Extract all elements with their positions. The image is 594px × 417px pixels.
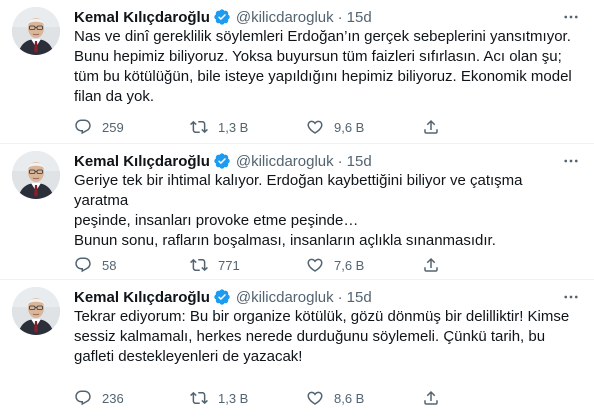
verified-badge-icon bbox=[213, 8, 231, 26]
more-options-icon[interactable] bbox=[560, 286, 582, 308]
tweet-text-line: gafleti destekleyenleri de yazacak! bbox=[74, 348, 303, 365]
tweet-text-line: filan da yok. bbox=[74, 88, 155, 105]
tweet-text: Nas ve dinî gereklilik söylemleri Erdoğa… bbox=[74, 27, 574, 107]
tweet-header: Kemal Kılıçdaroğlu @kilicdarogluk · 15d bbox=[74, 151, 372, 171]
avatar[interactable] bbox=[12, 151, 60, 199]
timestamp[interactable]: 15d bbox=[347, 153, 372, 170]
reply-count: 259 bbox=[102, 119, 124, 135]
tweet-text-line: peşinde, insanları provoke etme peşinde… bbox=[74, 212, 359, 229]
separator-dot: · bbox=[337, 8, 343, 26]
author-handle[interactable]: @kilicdarogluk bbox=[236, 289, 334, 306]
retweet-button[interactable]: 1,3 B bbox=[190, 388, 306, 408]
avatar[interactable] bbox=[12, 287, 60, 335]
tweet-text-line: sessiz kalmamalı, herkes nerede durduğun… bbox=[74, 328, 546, 345]
tweet[interactable]: Kemal Kılıçdaroğlu @kilicdarogluk · 15d … bbox=[0, 0, 594, 144]
tweet[interactable]: Kemal Kılıçdaroğlu @kilicdarogluk · 15d … bbox=[0, 280, 594, 417]
timestamp[interactable]: 15d bbox=[347, 289, 372, 306]
like-count: 8,6 B bbox=[334, 390, 365, 406]
retweet-icon bbox=[190, 258, 208, 272]
tweet-text: Tekrar ediyorum: Bu bir organize kötülük… bbox=[74, 307, 574, 367]
tweet-text-line: Geriye tek bir ihtimal kalıyor. Erdoğan … bbox=[74, 172, 523, 209]
tweet-text-line: Bunu hepimiz biliyoruz. Yoksa buyursun t… bbox=[74, 48, 562, 65]
heart-icon bbox=[307, 120, 323, 134]
reply-button[interactable]: 236 bbox=[74, 388, 190, 408]
retweet-icon bbox=[190, 120, 208, 134]
timestamp[interactable]: 15d bbox=[347, 9, 372, 26]
separator-dot: · bbox=[337, 152, 343, 170]
reply-icon bbox=[75, 119, 91, 135]
author-name[interactable]: Kemal Kılıçdaroğlu bbox=[74, 289, 210, 306]
action-bar: 259 1,3 B 9,6 B bbox=[74, 117, 514, 137]
retweet-button[interactable]: 1,3 B bbox=[190, 117, 306, 137]
retweet-count: 771 bbox=[218, 257, 240, 273]
author-name[interactable]: Kemal Kılıçdaroğlu bbox=[74, 153, 210, 170]
tweet-header: Kemal Kılıçdaroğlu @kilicdarogluk · 15d bbox=[74, 287, 372, 307]
more-options-icon[interactable] bbox=[560, 150, 582, 172]
like-count: 7,6 B bbox=[334, 257, 365, 273]
retweet-count: 1,3 B bbox=[218, 119, 249, 135]
tweet-feed: Kemal Kılıçdaroğlu @kilicdarogluk · 15d … bbox=[0, 0, 594, 417]
reply-count: 58 bbox=[102, 257, 117, 273]
verified-badge-icon bbox=[213, 288, 231, 306]
heart-icon bbox=[307, 258, 323, 272]
like-button[interactable]: 8,6 B bbox=[306, 388, 422, 408]
separator-dot: · bbox=[337, 288, 343, 306]
reply-icon bbox=[75, 390, 91, 406]
like-button[interactable]: 7,6 B bbox=[306, 255, 422, 275]
share-button[interactable] bbox=[422, 388, 452, 408]
tweet-text-line: Nas ve dinî gereklilik söylemleri Erdoğa… bbox=[74, 28, 571, 45]
retweet-icon bbox=[190, 391, 208, 405]
tweet-text-line: tüm bu kötülüğün, bile isteye yapıldığın… bbox=[74, 68, 572, 85]
action-bar: 58 771 7,6 B bbox=[74, 255, 514, 275]
verified-badge-icon bbox=[213, 152, 231, 170]
author-name[interactable]: Kemal Kılıçdaroğlu bbox=[74, 9, 210, 26]
author-handle[interactable]: @kilicdarogluk bbox=[236, 153, 334, 170]
action-bar: 236 1,3 B 8,6 B bbox=[74, 388, 514, 408]
tweet-text-line: Tekrar ediyorum: Bu bir organize kötülük… bbox=[74, 308, 570, 325]
heart-icon bbox=[307, 391, 323, 405]
avatar[interactable] bbox=[12, 7, 60, 55]
share-icon bbox=[424, 119, 438, 134]
share-button[interactable] bbox=[422, 117, 452, 137]
more-options-icon[interactable] bbox=[560, 6, 582, 28]
share-icon bbox=[424, 390, 438, 405]
like-count: 9,6 B bbox=[334, 119, 365, 135]
reply-icon bbox=[75, 257, 91, 273]
reply-button[interactable]: 259 bbox=[74, 117, 190, 137]
tweet-text: Geriye tek bir ihtimal kalıyor. Erdoğan … bbox=[74, 171, 574, 251]
tweet-text-line: Bunun sonu, rafların boşalması, insanlar… bbox=[74, 232, 496, 249]
tweet[interactable]: Kemal Kılıçdaroğlu @kilicdarogluk · 15d … bbox=[0, 144, 594, 280]
retweet-button[interactable]: 771 bbox=[190, 255, 306, 275]
author-handle[interactable]: @kilicdarogluk bbox=[236, 9, 334, 26]
retweet-count: 1,3 B bbox=[218, 390, 249, 406]
reply-count: 236 bbox=[102, 390, 124, 406]
share-icon bbox=[424, 257, 438, 272]
tweet-header: Kemal Kılıçdaroğlu @kilicdarogluk · 15d bbox=[74, 7, 372, 27]
share-button[interactable] bbox=[422, 255, 452, 275]
reply-button[interactable]: 58 bbox=[74, 255, 190, 275]
like-button[interactable]: 9,6 B bbox=[306, 117, 422, 137]
